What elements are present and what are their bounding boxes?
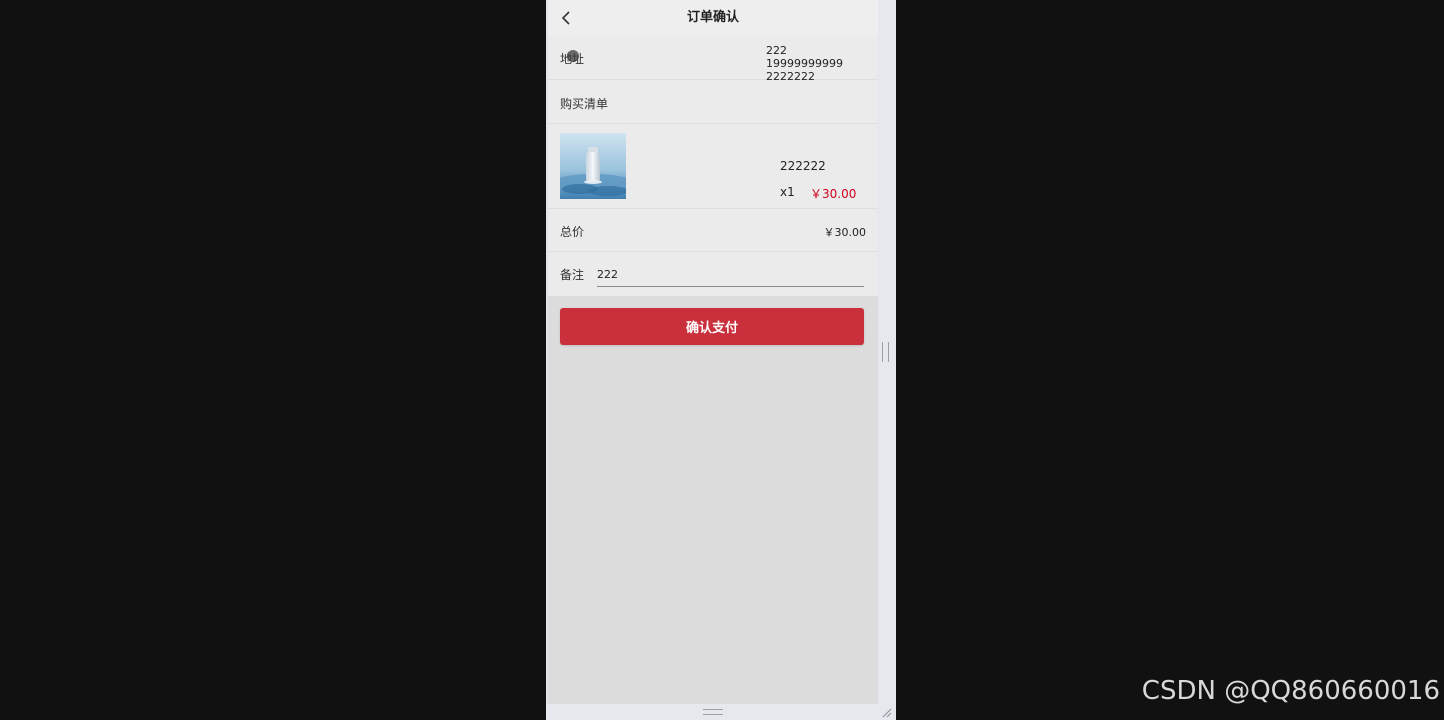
vertical-resize-handle[interactable] (882, 342, 889, 362)
chevron-left-icon (561, 11, 570, 25)
product-name: 222222 (780, 159, 826, 173)
product-image (560, 133, 626, 199)
total-row: 总价 ￥30.00 (548, 209, 878, 252)
note-row: 备注 (548, 252, 878, 296)
total-label: 总价 (560, 225, 585, 239)
note-label: 备注 (560, 268, 585, 282)
product-price: ￥30.00 (810, 187, 857, 201)
navbar: 订单确认 (548, 0, 878, 36)
touch-cursor-indicator (567, 50, 579, 62)
page-title: 订单确认 (686, 10, 739, 25)
address-value: 222 19999999999 2222222 (766, 44, 866, 83)
device-frame: 订单确认 地址 222 19999999999 2222222 购买清单 (546, 0, 896, 720)
purchase-list-label: 购买清单 (560, 97, 609, 111)
horizontal-resize-handle[interactable] (703, 709, 723, 715)
confirm-pay-button[interactable]: 确认支付 (560, 308, 864, 345)
total-value: ￥30.00 (823, 226, 867, 239)
note-input[interactable] (597, 262, 864, 287)
address-row[interactable]: 地址 222 19999999999 2222222 (548, 36, 878, 83)
order-item[interactable]: 222222 x1 ￥30.00 (548, 124, 878, 209)
purchase-list-header: 购买清单 (548, 80, 878, 124)
phone-screen: 订单确认 地址 222 19999999999 2222222 购买清单 (548, 0, 878, 704)
stage: 订单确认 地址 222 19999999999 2222222 购买清单 (0, 0, 1444, 720)
address-line-1: 222 19999999999 (766, 44, 843, 70)
product-quantity: x1 (780, 185, 795, 199)
resize-grip-icon[interactable] (880, 706, 892, 718)
watermark: CSDN @QQ860660016 (1141, 676, 1440, 706)
back-button[interactable] (556, 8, 576, 28)
